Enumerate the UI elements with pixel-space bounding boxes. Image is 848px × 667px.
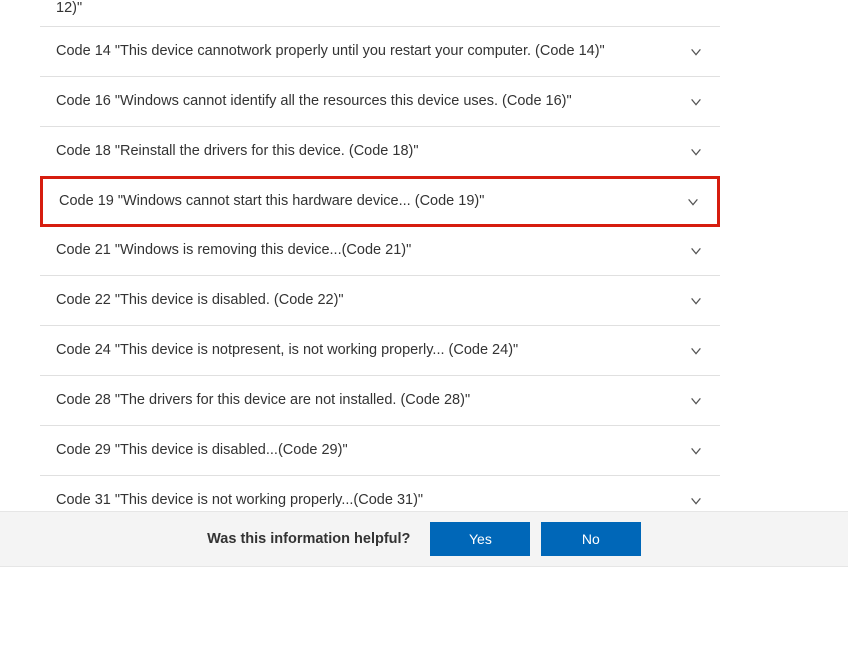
accordion-label: Code 28 "The drivers for this device are… [56, 390, 688, 411]
feedback-bar: Was this information helpful? Yes No [0, 511, 848, 567]
accordion-label: Code 14 "This device cannotwork properly… [56, 41, 688, 62]
accordion-label: Code 18 "Reinstall the drivers for this … [56, 141, 688, 162]
feedback-prompt: Was this information helpful? [207, 531, 410, 547]
accordion-label: Code 22 "This device is disabled. (Code … [56, 290, 688, 311]
chevron-down-icon [688, 393, 704, 409]
yes-button[interactable]: Yes [430, 522, 530, 556]
chevron-down-icon [688, 144, 704, 160]
accordion-item-code-18[interactable]: Code 18 "Reinstall the drivers for this … [40, 127, 720, 177]
chevron-down-icon [688, 94, 704, 110]
chevron-down-icon [685, 194, 701, 210]
accordion-label: Code 31 "This device is not working prop… [56, 490, 688, 511]
accordion-item-code-24[interactable]: Code 24 "This device is notpresent, is n… [40, 326, 720, 376]
accordion-item-code-14[interactable]: Code 14 "This device cannotwork properly… [40, 27, 720, 77]
accordion-list: 12)" Code 14 "This device cannotwork pro… [0, 0, 720, 526]
chevron-down-icon [688, 443, 704, 459]
accordion-item-code-28[interactable]: Code 28 "The drivers for this device are… [40, 376, 720, 426]
accordion-label: Code 19 "Windows cannot start this hardw… [59, 191, 685, 212]
no-button[interactable]: No [541, 522, 641, 556]
accordion-label: Code 29 "This device is disabled...(Code… [56, 440, 688, 461]
accordion-item-code-21[interactable]: Code 21 "Windows is removing this device… [40, 226, 720, 276]
chevron-down-icon [688, 293, 704, 309]
chevron-down-icon [688, 493, 704, 509]
accordion-label: Code 24 "This device is notpresent, is n… [56, 340, 688, 361]
feedback-buttons: Yes No [430, 522, 640, 556]
chevron-down-icon [688, 243, 704, 259]
partial-row: 12)" [40, 0, 720, 27]
accordion-item-code-16[interactable]: Code 16 "Windows cannot identify all the… [40, 77, 720, 127]
accordion-label: Code 21 "Windows is removing this device… [56, 240, 688, 261]
accordion-item-code-22[interactable]: Code 22 "This device is disabled. (Code … [40, 276, 720, 326]
accordion-item-code-29[interactable]: Code 29 "This device is disabled...(Code… [40, 426, 720, 476]
chevron-down-icon [688, 343, 704, 359]
accordion-label: Code 16 "Windows cannot identify all the… [56, 91, 688, 112]
chevron-down-icon [688, 44, 704, 60]
accordion-item-code-19[interactable]: Code 19 "Windows cannot start this hardw… [40, 176, 720, 227]
